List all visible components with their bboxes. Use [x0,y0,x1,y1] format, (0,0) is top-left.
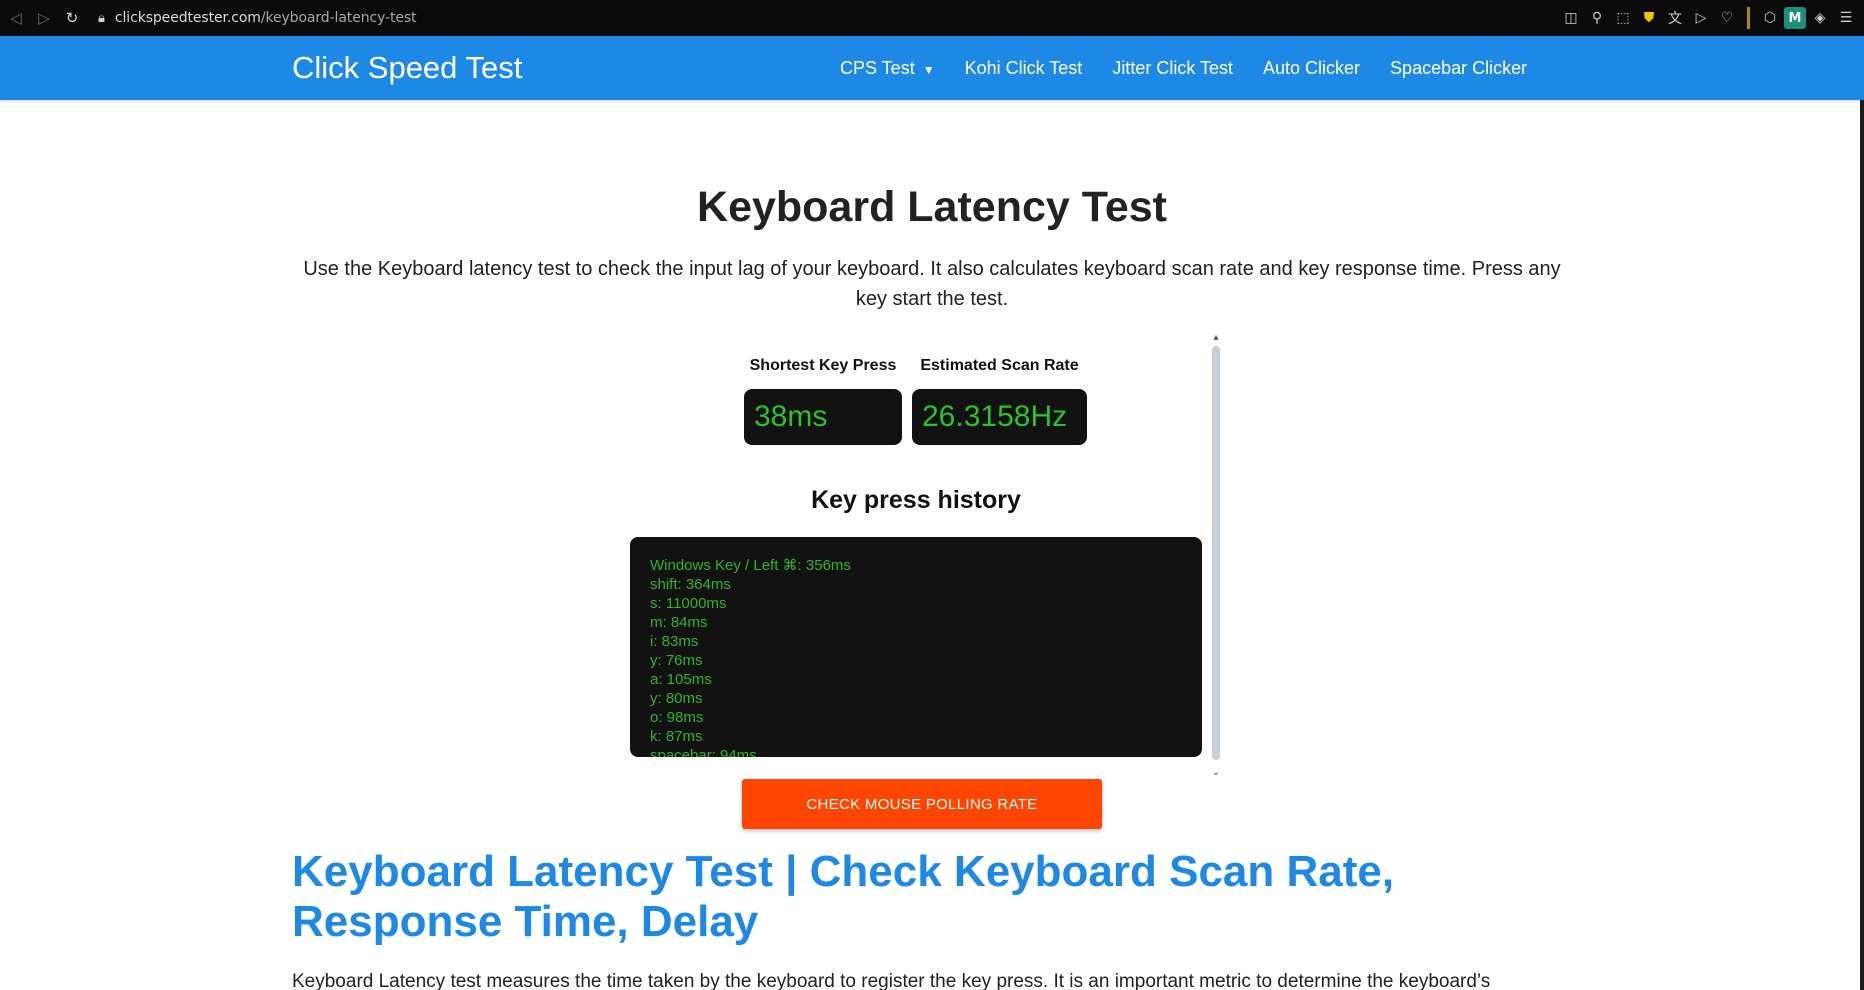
back-icon[interactable]: ◁ [4,6,28,30]
article-text: Keyboard Latency test measures the time … [292,971,1491,990]
article-heading: Keyboard Latency Test | Check Keyboard S… [292,847,1395,946]
scan-rate-value: 26.3158Hz [912,389,1087,445]
check-polling-rate-button[interactable]: CHECK MOUSE POLLING RATE [742,779,1102,829]
shortest-key-press-value: 38ms [744,389,902,445]
list-item: o: 98ms [650,709,704,726]
nav-jitter-click-test[interactable]: Jitter Click Test [1112,58,1233,79]
list-item: shift: 364ms [650,576,731,593]
list-item: k: 87ms [650,728,703,745]
shortest-key-press-label: Shortest Key Press [749,357,897,374]
lock-icon: 🔒︎ [98,10,105,26]
url-path: /keyboard-latency-test [260,10,417,26]
shield-icon[interactable]: ⛊ [1637,6,1661,30]
list-item: a: 105ms [650,671,712,688]
nav-kohi-click-test[interactable]: Kohi Click Test [965,58,1083,79]
scrollbar-thumb[interactable] [1212,346,1220,760]
list-item: i: 83ms [650,633,699,650]
list-item: spacebar: 94ms [650,747,757,757]
scan-rate-stat: Estimated Scan Rate 26.3158Hz [912,357,1087,445]
scroll-up-icon[interactable]: ▴ [1210,332,1222,343]
nav-auto-clicker[interactable]: Auto Clicker [1263,58,1360,79]
list-item: y: 80ms [650,690,703,707]
list-item: s: 11000ms [650,595,727,612]
profile-avatar[interactable]: M [1784,7,1806,29]
sidebar-icon[interactable]: ◫ [1559,6,1583,30]
forward-icon[interactable]: ▷ [32,6,56,30]
reload-icon[interactable]: ↻ [60,6,84,30]
nav-spacebar-clicker[interactable]: Spacebar Clicker [1390,58,1527,79]
translate-icon[interactable]: 文 [1663,6,1687,30]
page-title: Keyboard Latency Test [697,183,1167,231]
widget-scrollbar[interactable]: ▴ ⌄ [1210,332,1222,778]
scroll-down-icon[interactable]: ⌄ [1210,767,1222,778]
page-scrollbar[interactable] [1860,100,1864,990]
wallet-icon[interactable]: ◈ [1808,6,1832,30]
key-press-history-list[interactable]: Windows Key / Left ⌘: 356ms shift: 364ms… [630,537,1202,757]
toolbar-divider [1747,7,1750,29]
extension-icons: ◫ ⚲ ⬚ ⛊ 文 ▷ ♡ ⬡ M ◈ ☰ [1559,0,1864,36]
site-header: Click Speed Test CPS Test ▼ Kohi Click Te… [0,36,1864,100]
main-nav: CPS Test ▼ Kohi Click Test Jitter Click T… [840,36,1557,100]
shortest-key-press-stat: Shortest Key Press 38ms [744,357,902,445]
cube-icon[interactable]: ⬡ [1758,6,1782,30]
site-logo[interactable]: Click Speed Test [292,50,522,86]
scan-rate-label: Estimated Scan Rate [920,357,1079,374]
heart-icon[interactable]: ♡ [1715,6,1739,30]
nav-cps-test-label: CPS Test [840,57,915,78]
url-host: clickspeedtester.com [114,10,261,26]
menu-icon[interactable]: ☰ [1834,6,1858,30]
browser-toolbar: ◁ ▷ ↻ 🔒︎ clickspeedtester.com/keyboard-l… [0,0,1864,36]
list-item: Windows Key / Left ⌘: 356ms [650,557,851,574]
caret-down-icon: ▼ [922,62,935,77]
screenshot-icon[interactable]: ⬚ [1611,6,1635,30]
intro-text: Use the Keyboard latency test to check t… [303,258,1561,310]
list-item: m: 84ms [650,614,708,631]
key-press-history-title: Key press history [811,486,1021,514]
address-bar[interactable]: clickspeedtester.com/keyboard-latency-te… [115,10,417,26]
list-item: y: 76ms [650,652,703,669]
nav-cps-test[interactable]: CPS Test ▼ [840,58,935,79]
play-icon[interactable]: ▷ [1689,6,1713,30]
pin-icon[interactable]: ⚲ [1585,6,1609,30]
